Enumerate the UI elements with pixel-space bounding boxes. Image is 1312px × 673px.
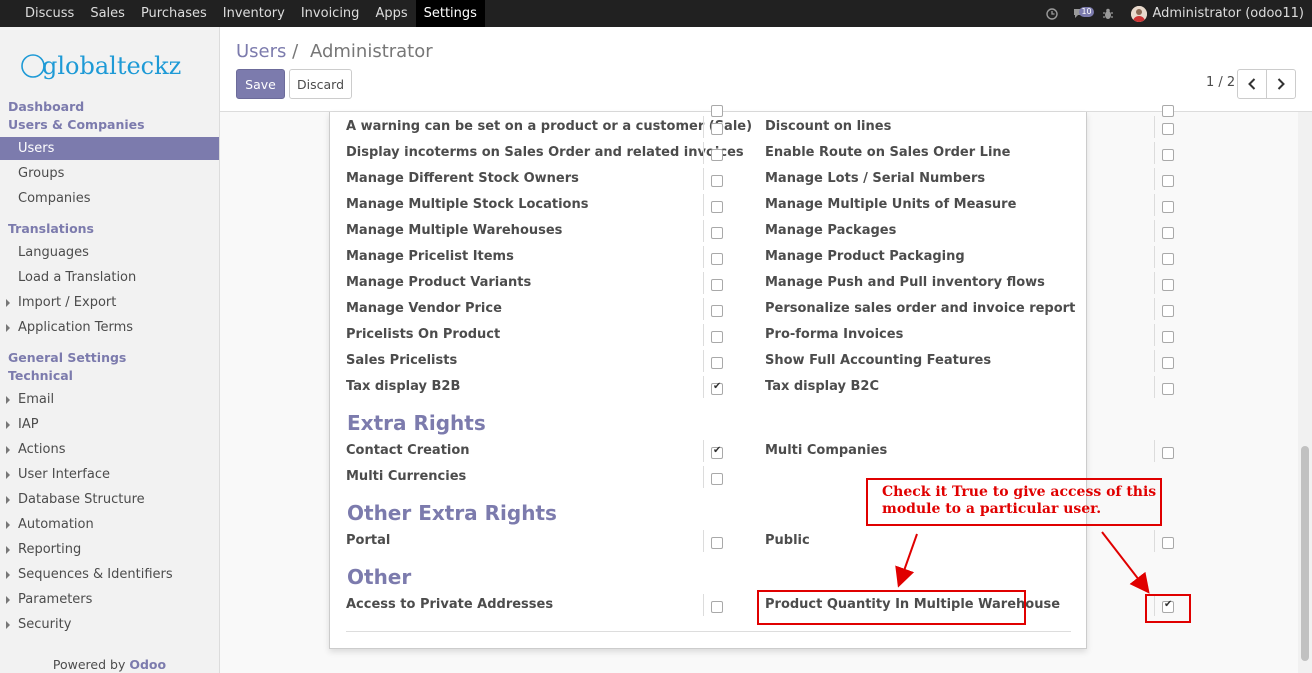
annotation-arrows	[895, 531, 1150, 594]
